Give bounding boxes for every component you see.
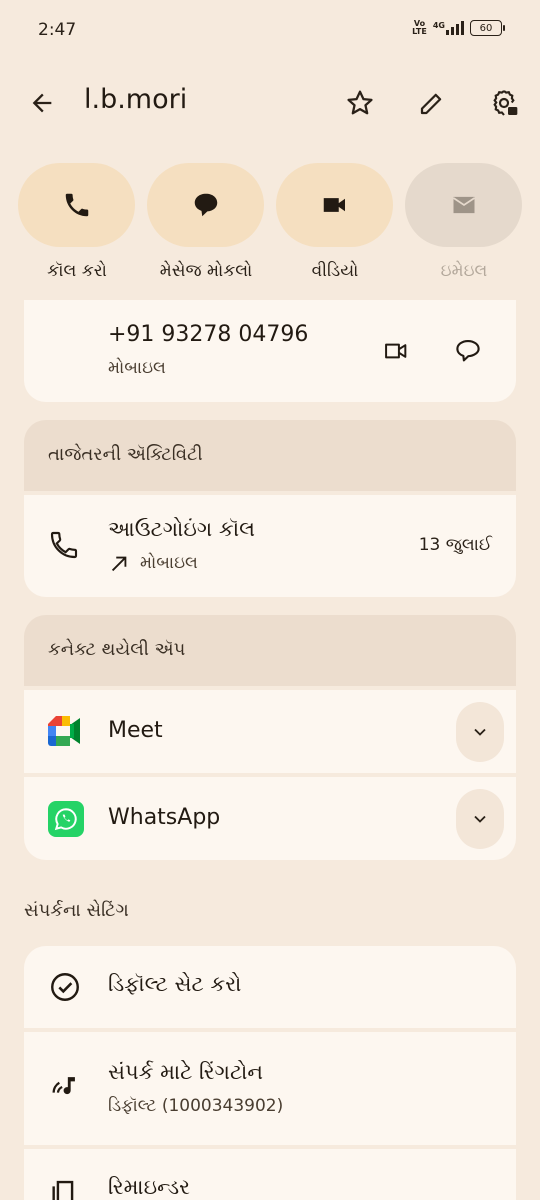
recent-call-title: આઉટગોઇંગ કૉલ: [108, 517, 256, 541]
check-circle-icon: [51, 973, 79, 1001]
video-call-number-button[interactable]: [374, 329, 418, 373]
app-item-whatsapp[interactable]: WhatsApp: [24, 777, 516, 860]
edit-button[interactable]: [410, 81, 454, 125]
contact-name: l.b.mori: [84, 84, 188, 115]
phone-type: મોબાઇલ: [108, 358, 166, 378]
meet-app-name: Meet: [108, 718, 163, 743]
reminder-title: રિમાઇન્ડર: [108, 1175, 190, 1199]
star-icon: [347, 90, 373, 115]
signal-icon: 4G: [433, 21, 464, 35]
volte-indicator: Vo LTE: [412, 19, 427, 36]
recent-call-item[interactable]: આઉટગોઇંગ કૉલ મોબાઇલ 13 જુલાઈ: [24, 495, 516, 597]
connected-apps-title: કનેક્ટ થયેલી ઍપ: [48, 639, 186, 660]
set-default-item[interactable]: ડિફૉલ્ટ સેટ કરો: [24, 946, 516, 1028]
outgoing-arrow-icon: [111, 556, 127, 572]
message-number-button[interactable]: [446, 329, 490, 373]
favorite-button[interactable]: [338, 81, 382, 125]
video-label: વીડિયો: [311, 261, 359, 281]
status-indicators: Vo LTE 4G 60: [412, 19, 505, 36]
video-outline-icon: [385, 343, 407, 359]
ringtone-title: સંપર્ક માટે રિંગટોન: [108, 1060, 264, 1084]
video-button[interactable]: [276, 163, 393, 247]
email-button[interactable]: [405, 163, 522, 247]
meet-expand-button[interactable]: [456, 702, 504, 762]
app-item-meet[interactable]: Meet: [24, 690, 516, 773]
recent-activity-title: તાજેતરની ઍક્ટિવિટી: [48, 444, 203, 465]
recent-call-date: 13 જુલાઈ: [418, 535, 492, 555]
recent-activity-header: તાજેતરની ઍક્ટિવિટી: [24, 420, 516, 491]
contact-settings-heading: સંપર્કના સેટિંગ: [24, 900, 129, 921]
video-icon: [323, 198, 345, 212]
email-icon: [452, 196, 475, 214]
message-icon: [194, 193, 217, 217]
ringtone-item[interactable]: સંપર્ક માટે રિંગટોન ડિફૉલ્ટ (1000343902): [24, 1032, 516, 1145]
reminder-icon: [52, 1180, 74, 1200]
whatsapp-app-name: WhatsApp: [108, 805, 221, 830]
phone-icon: [65, 193, 88, 217]
phone-number: +91 93278 04796: [108, 322, 309, 347]
message-label: મેસેજ મોકલો: [159, 261, 253, 281]
contact-settings-button[interactable]: [482, 81, 526, 125]
email-label: ઇમેઇલ: [440, 261, 488, 281]
phone-number-card[interactable]: +91 93278 04796 મોબાઇલ: [24, 300, 516, 402]
call-button[interactable]: [18, 163, 135, 247]
whatsapp-icon: [48, 801, 84, 837]
message-button[interactable]: [147, 163, 264, 247]
pencil-icon: [420, 93, 442, 115]
back-button[interactable]: [20, 81, 64, 125]
settings-gear-icon: [493, 90, 518, 116]
status-time: 2:47: [38, 20, 77, 40]
chevron-down-icon: [474, 728, 486, 736]
battery-icon: 60: [470, 20, 505, 36]
phone-outline-icon: [50, 531, 78, 559]
whatsapp-expand-button[interactable]: [456, 789, 504, 849]
reminder-item[interactable]: રિમાઇન્ડર: [24, 1149, 516, 1200]
call-label: કૉલ કરો: [47, 261, 107, 281]
connected-apps-header: કનેક્ટ થયેલી ઍપ: [24, 615, 516, 686]
ringtone-value: ડિફૉલ્ટ (1000343902): [108, 1096, 284, 1116]
set-default-title: ડિફૉલ્ટ સેટ કરો: [108, 972, 242, 996]
google-meet-icon: [48, 716, 80, 746]
chevron-down-icon: [474, 815, 486, 823]
whatsapp-glyph-icon: [54, 808, 77, 831]
back-arrow-icon: [32, 93, 52, 113]
message-outline-icon: [456, 339, 480, 362]
recent-call-type: મોબાઇલ: [140, 553, 198, 573]
ringtone-icon: [52, 1077, 75, 1095]
